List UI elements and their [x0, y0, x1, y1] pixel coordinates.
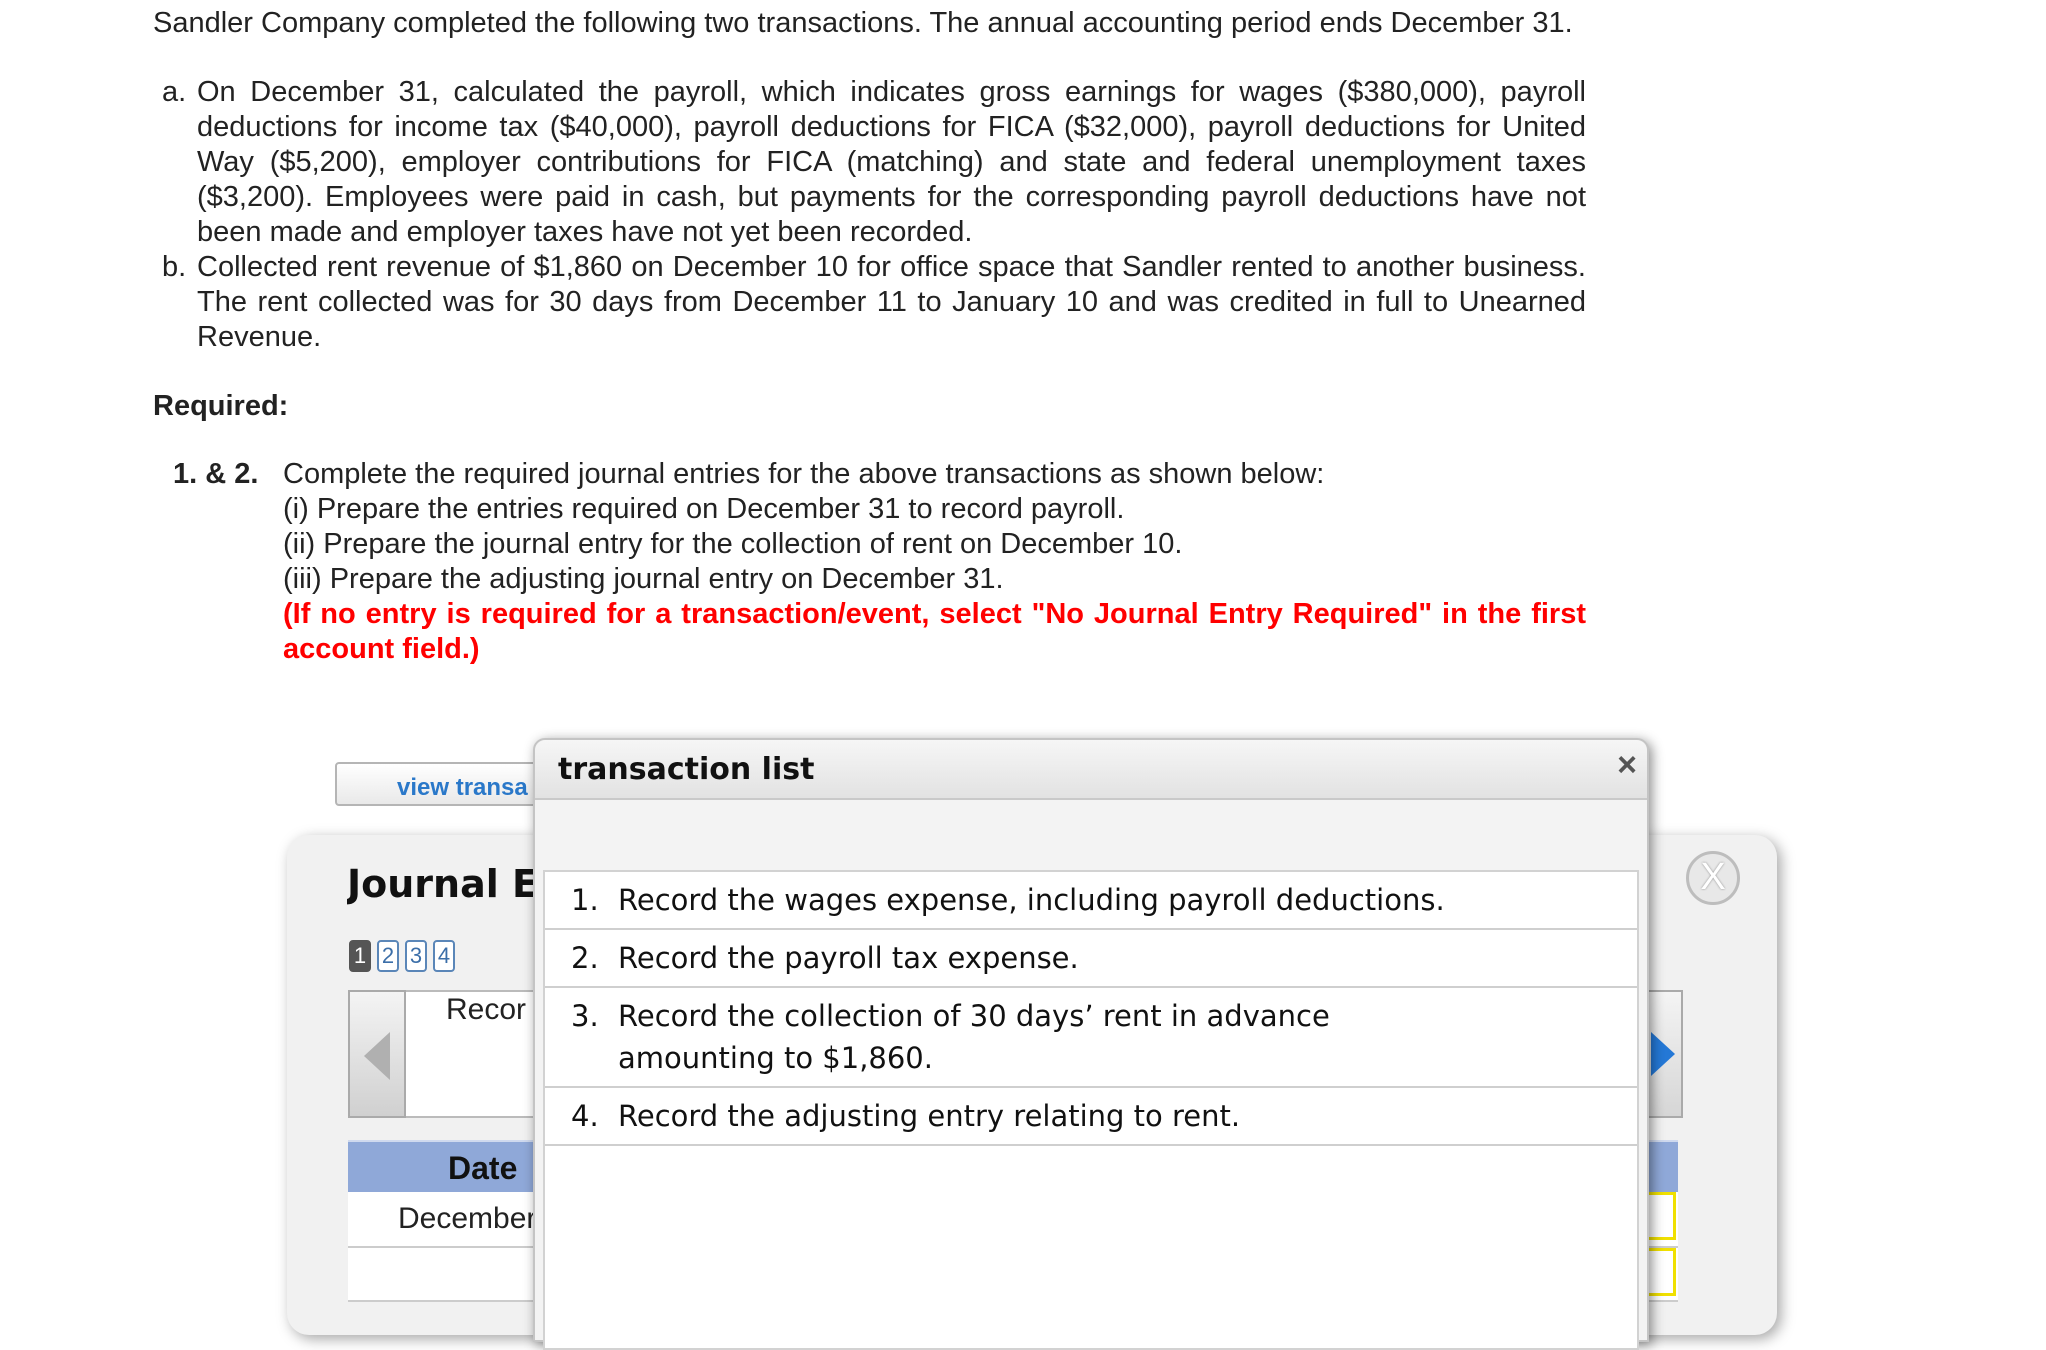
- list-item-number: 4.: [571, 1099, 599, 1133]
- list-item-text: Record the adjusting entry relating to r…: [618, 1099, 1241, 1133]
- list-item-text: Record the payroll tax expense.: [618, 941, 1079, 975]
- transaction-letter: a.: [162, 76, 187, 108]
- list-item-text: Record the wages expense, including payr…: [618, 883, 1445, 917]
- worksheet-pager: 1 2 3 4: [349, 940, 455, 972]
- dialog-title: transaction list: [558, 752, 815, 787]
- required-line: (iii) Prepare the adjusting journal entr…: [283, 563, 1004, 595]
- dialog-titlebar[interactable]: transaction list ×: [535, 740, 1647, 800]
- list-item: 4. Record the adjusting entry relating t…: [545, 1088, 1637, 1146]
- previous-transaction-button[interactable]: [348, 990, 406, 1118]
- page-4-button[interactable]: 4: [433, 940, 455, 972]
- problem-intro: Sandler Company completed the following …: [153, 7, 1573, 39]
- date-column-header: Date: [448, 1150, 518, 1186]
- list-item-number: 1.: [571, 883, 599, 917]
- page-2-button[interactable]: 2: [377, 940, 399, 972]
- transaction-text: On December 31, calculated the payroll, …: [197, 76, 1586, 248]
- required-line: (ii) Prepare the journal entry for the c…: [283, 528, 1183, 560]
- arrow-left-icon: [364, 1032, 390, 1080]
- list-item-text: Record the collection of 30 days’ rent i…: [618, 999, 1330, 1075]
- close-worksheet-button[interactable]: X: [1686, 851, 1740, 905]
- transaction-b: b. Collected rent revenue of $1,860 on D…: [153, 250, 1586, 355]
- required-instructions: 1. & 2. Complete the required journal en…: [153, 457, 1586, 667]
- page-1-button[interactable]: 1: [349, 940, 371, 972]
- close-icon[interactable]: ×: [1617, 746, 1637, 785]
- page-3-button[interactable]: 3: [405, 940, 427, 972]
- arrow-right-icon: [1651, 1032, 1675, 1076]
- transaction-descriptions: a. On December 31, calculated the payrol…: [153, 75, 1586, 355]
- transaction-letter: b.: [162, 251, 187, 283]
- list-item: 1. Record the wages expense, including p…: [545, 872, 1637, 930]
- required-heading: Required:: [153, 390, 289, 422]
- list-item-number: 3.: [571, 999, 599, 1033]
- no-entry-warning: (If no entry is required for a transacti…: [283, 598, 1586, 665]
- problem-statement: Sandler Company completed the following …: [153, 6, 1586, 667]
- transaction-a: a. On December 31, calculated the payrol…: [153, 75, 1586, 250]
- list-item: 2. Record the payroll tax expense.: [545, 930, 1637, 988]
- transaction-description-label: Recor: [446, 993, 527, 1026]
- date-cell[interactable]: December: [398, 1202, 538, 1236]
- list-item: 3. Record the collection of 30 days’ ren…: [545, 988, 1637, 1088]
- transaction-list-dialog: transaction list × 1. Record the wages e…: [533, 738, 1649, 1350]
- next-transaction-button[interactable]: [1645, 990, 1683, 1118]
- required-line: Complete the required journal entries fo…: [283, 458, 1325, 490]
- transaction-text: Collected rent revenue of $1,860 on Dece…: [197, 251, 1586, 353]
- transaction-list: 1. Record the wages expense, including p…: [543, 870, 1639, 1350]
- list-item-number: 2.: [571, 941, 599, 975]
- journal-entry-worksheet-title: Journal E: [347, 862, 537, 906]
- required-line: (i) Prepare the entries required on Dece…: [283, 493, 1125, 525]
- required-number: 1. & 2.: [173, 458, 259, 490]
